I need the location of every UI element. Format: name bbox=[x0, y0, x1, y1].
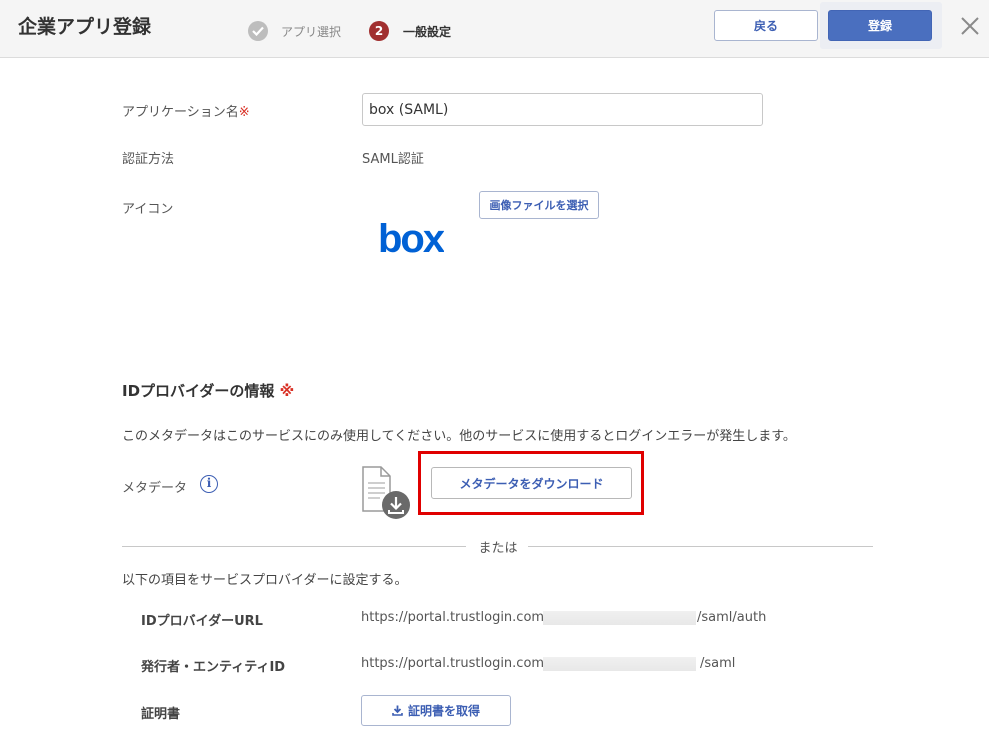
or-separator: または bbox=[478, 541, 518, 556]
close-icon[interactable] bbox=[960, 16, 980, 36]
page-title: 企業アプリ登録 bbox=[18, 16, 152, 38]
box-logo: box bbox=[378, 217, 447, 261]
idp-url-prefix: https://portal.trustlogin.com/ bbox=[361, 610, 549, 625]
metadata-label: メタデータ bbox=[122, 481, 188, 496]
get-certificate-label: 証明書を取得 bbox=[407, 704, 480, 718]
metadata-usage-note: このメタデータはこのサービスにのみ使用してください。他のサービスに使用するとログ… bbox=[122, 429, 796, 444]
redacted-mask bbox=[543, 657, 696, 671]
header-bar: 企業アプリ登録 アプリ選択 2 一般設定 戻る 登録 bbox=[0, 0, 989, 58]
idp-url-label: IDプロバイダーURL bbox=[141, 614, 263, 629]
idp-url-suffix: /saml/auth bbox=[697, 610, 767, 625]
auth-method-value: SAML認証 bbox=[362, 152, 424, 167]
app-name-input[interactable] bbox=[362, 93, 763, 126]
app-name-label: アプリケーション名※ bbox=[122, 105, 250, 120]
get-certificate-button[interactable]: 証明書を取得 bbox=[361, 695, 511, 726]
issuer-prefix: https://portal.trustlogin.com/ bbox=[361, 656, 549, 671]
certificate-label: 証明書 bbox=[141, 707, 181, 722]
issuer-label: 発行者・エンティティID bbox=[141, 660, 286, 675]
select-image-button[interactable]: 画像ファイルを選択 bbox=[479, 191, 599, 219]
step-general-settings: 一般設定 bbox=[403, 25, 452, 39]
issuer-suffix: /saml bbox=[700, 656, 736, 671]
back-button[interactable]: 戻る bbox=[714, 10, 818, 41]
step-app-select: アプリ選択 bbox=[281, 25, 342, 39]
check-icon bbox=[248, 21, 268, 41]
download-metadata-button[interactable]: メタデータをダウンロード bbox=[431, 467, 632, 499]
info-icon[interactable]: i bbox=[200, 475, 218, 493]
auth-method-label: 認証方法 bbox=[122, 152, 175, 167]
required-mark: ※ bbox=[238, 105, 250, 120]
service-provider-note: 以下の項目をサービスプロバイダーに設定する。 bbox=[122, 573, 408, 588]
idp-section-title: IDプロバイダーの情報 ※ bbox=[122, 382, 295, 400]
required-mark: ※ bbox=[279, 382, 295, 400]
icon-label: アイコン bbox=[122, 202, 174, 217]
svg-text:box: box bbox=[378, 218, 444, 258]
step-number-badge: 2 bbox=[369, 21, 389, 41]
download-icon bbox=[392, 705, 403, 719]
register-button[interactable]: 登録 bbox=[828, 10, 932, 41]
divider bbox=[528, 546, 873, 547]
redacted-mask bbox=[543, 611, 696, 625]
divider bbox=[122, 546, 466, 547]
document-download-icon bbox=[360, 465, 412, 523]
